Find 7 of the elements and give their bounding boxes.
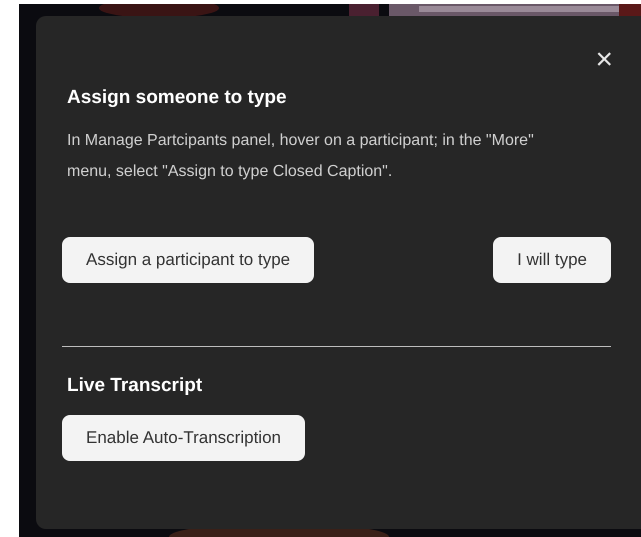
action-button[interactable]: Enable Auto-Transcription bbox=[62, 415, 305, 461]
section-title: Assign someone to type bbox=[67, 86, 288, 110]
section-title: Live Transcript bbox=[67, 374, 204, 398]
instructions-text: In Manage Partcipants panel, hover on a participant; in the "More" menu, select "Assign to type Closed Caption". bbox=[67, 131, 535, 182]
action-button[interactable]: I will type bbox=[493, 237, 611, 283]
action-button[interactable]: Assign a participant to type bbox=[62, 237, 314, 283]
close-button[interactable]: × bbox=[595, 34, 613, 86]
